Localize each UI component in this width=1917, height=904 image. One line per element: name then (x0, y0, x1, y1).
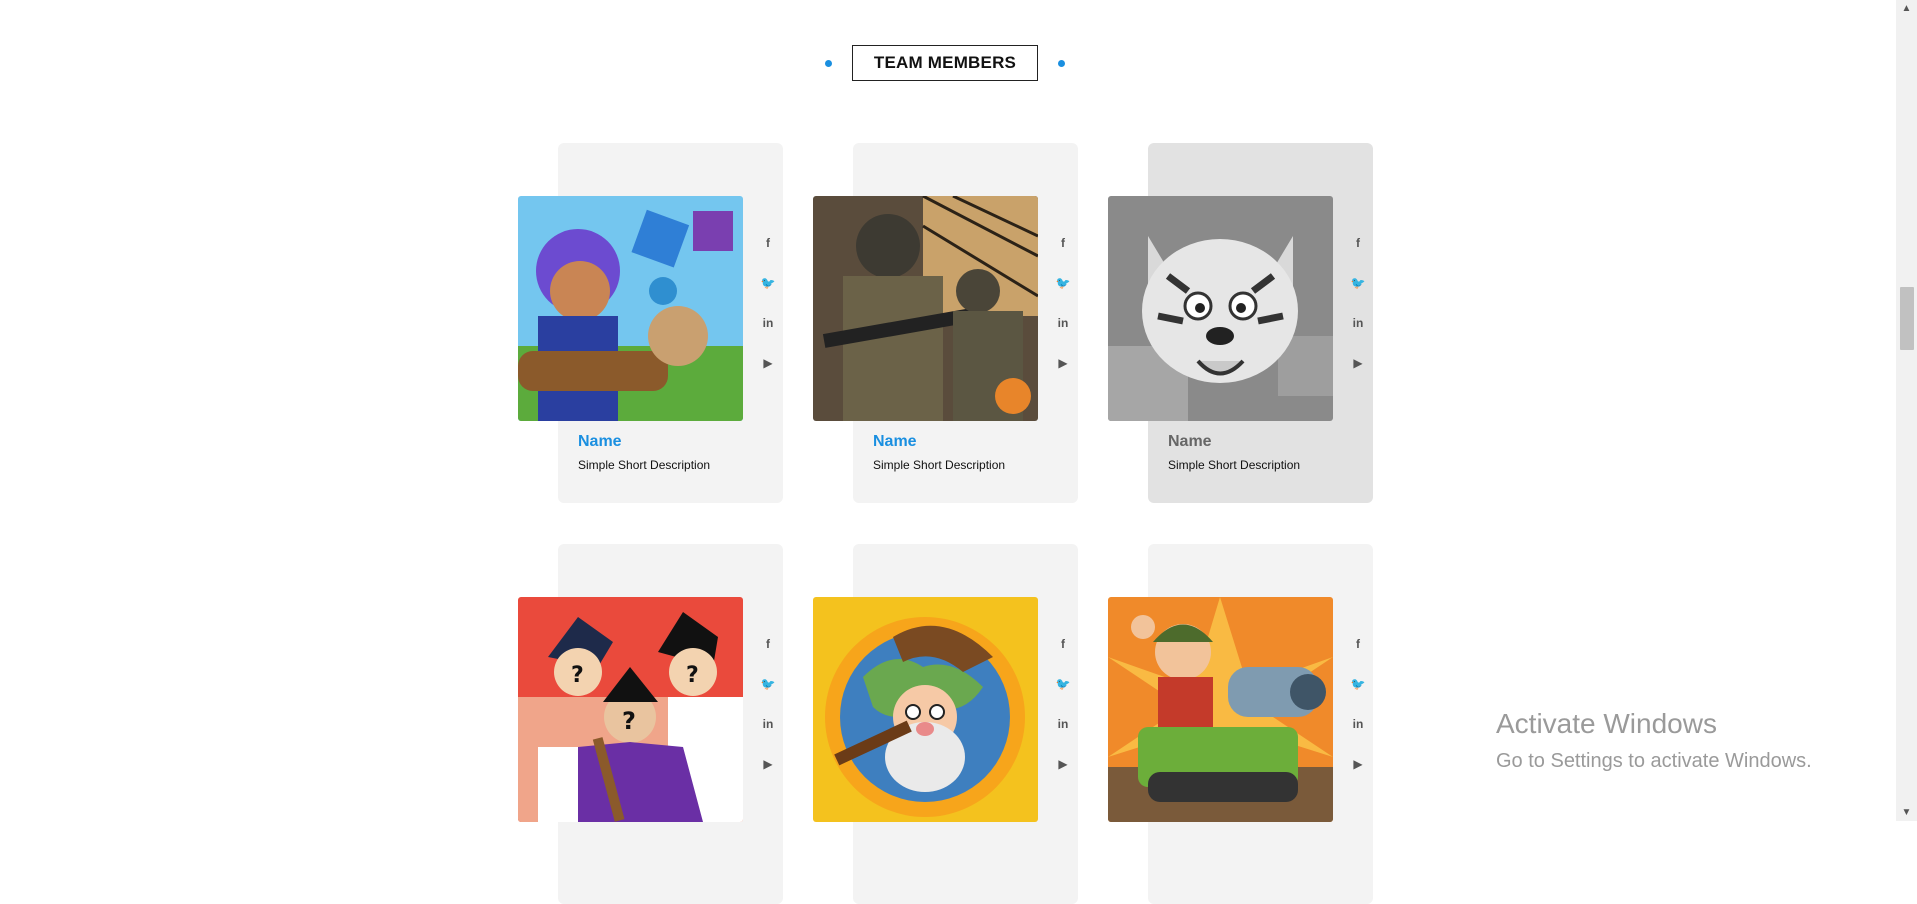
title-dot-right (1058, 60, 1065, 67)
member-description: Simple Short Description (578, 458, 711, 472)
svg-text:?: ? (571, 663, 584, 688)
youtube-icon[interactable]: ▶ (756, 754, 780, 774)
scrollbar-thumb[interactable] (1900, 287, 1914, 350)
twitter-icon[interactable]: 🐦 (1346, 674, 1370, 694)
member-photo (813, 196, 1038, 421)
linkedin-icon[interactable]: in (1346, 313, 1370, 333)
member-description: Simple Short Description (873, 458, 1006, 472)
scroll-down-arrow-icon[interactable]: ▼ (1896, 804, 1917, 821)
member-name[interactable]: Name (1168, 433, 1212, 451)
team-member-card: f 🐦 in ▶ Name Simple Short Description (1108, 143, 1373, 503)
facebook-icon[interactable]: f (1051, 634, 1075, 654)
twitter-icon[interactable]: 🐦 (1051, 273, 1075, 293)
facebook-icon[interactable]: f (1346, 233, 1370, 253)
vertical-scrollbar[interactable]: ▲ ▼ (1896, 0, 1917, 821)
twitter-icon[interactable]: 🐦 (1346, 273, 1370, 293)
member-photo: ? ? ? (518, 597, 743, 822)
linkedin-icon[interactable]: in (1051, 714, 1075, 734)
facebook-icon[interactable]: f (1051, 233, 1075, 253)
facebook-icon[interactable]: f (756, 634, 780, 654)
team-member-card: f 🐦 in ▶ (1108, 544, 1373, 904)
team-member-card: ? ? ? f 🐦 in ▶ (518, 544, 783, 904)
activate-windows-title: Activate Windows (1496, 708, 1717, 739)
section-title: TEAM MEMBERS (852, 45, 1038, 81)
facebook-icon[interactable]: f (756, 233, 780, 253)
member-name[interactable]: Name (873, 433, 917, 451)
member-photo (813, 597, 1038, 822)
section-header: TEAM MEMBERS (0, 45, 1896, 83)
twitter-icon[interactable]: 🐦 (756, 273, 780, 293)
activate-windows-subtitle: Go to Settings to activate Windows. (1496, 750, 1812, 772)
youtube-icon[interactable]: ▶ (1051, 353, 1075, 373)
title-dot-left (825, 60, 832, 67)
linkedin-icon[interactable]: in (1346, 714, 1370, 734)
youtube-icon[interactable]: ▶ (1346, 754, 1370, 774)
team-member-card: f 🐦 in ▶ Name Simple Short Description (518, 143, 783, 503)
team-member-card: f 🐦 in ▶ (813, 544, 1078, 904)
team-member-card: f 🐦 in ▶ Name Simple Short Description (813, 143, 1078, 503)
member-description: Simple Short Description (1168, 458, 1301, 472)
twitter-icon[interactable]: 🐦 (1051, 674, 1075, 694)
facebook-icon[interactable]: f (1346, 634, 1370, 654)
linkedin-icon[interactable]: in (756, 313, 780, 333)
member-photo (1108, 196, 1333, 421)
svg-text:?: ? (622, 707, 636, 735)
linkedin-icon[interactable]: in (1051, 313, 1075, 333)
svg-text:?: ? (686, 663, 699, 688)
youtube-icon[interactable]: ▶ (756, 353, 780, 373)
member-name[interactable]: Name (578, 433, 622, 451)
linkedin-icon[interactable]: in (756, 714, 780, 734)
youtube-icon[interactable]: ▶ (1346, 353, 1370, 373)
twitter-icon[interactable]: 🐦 (756, 674, 780, 694)
scroll-up-arrow-icon[interactable]: ▲ (1896, 0, 1917, 17)
member-photo (1108, 597, 1333, 822)
youtube-icon[interactable]: ▶ (1051, 754, 1075, 774)
member-photo (518, 196, 743, 421)
